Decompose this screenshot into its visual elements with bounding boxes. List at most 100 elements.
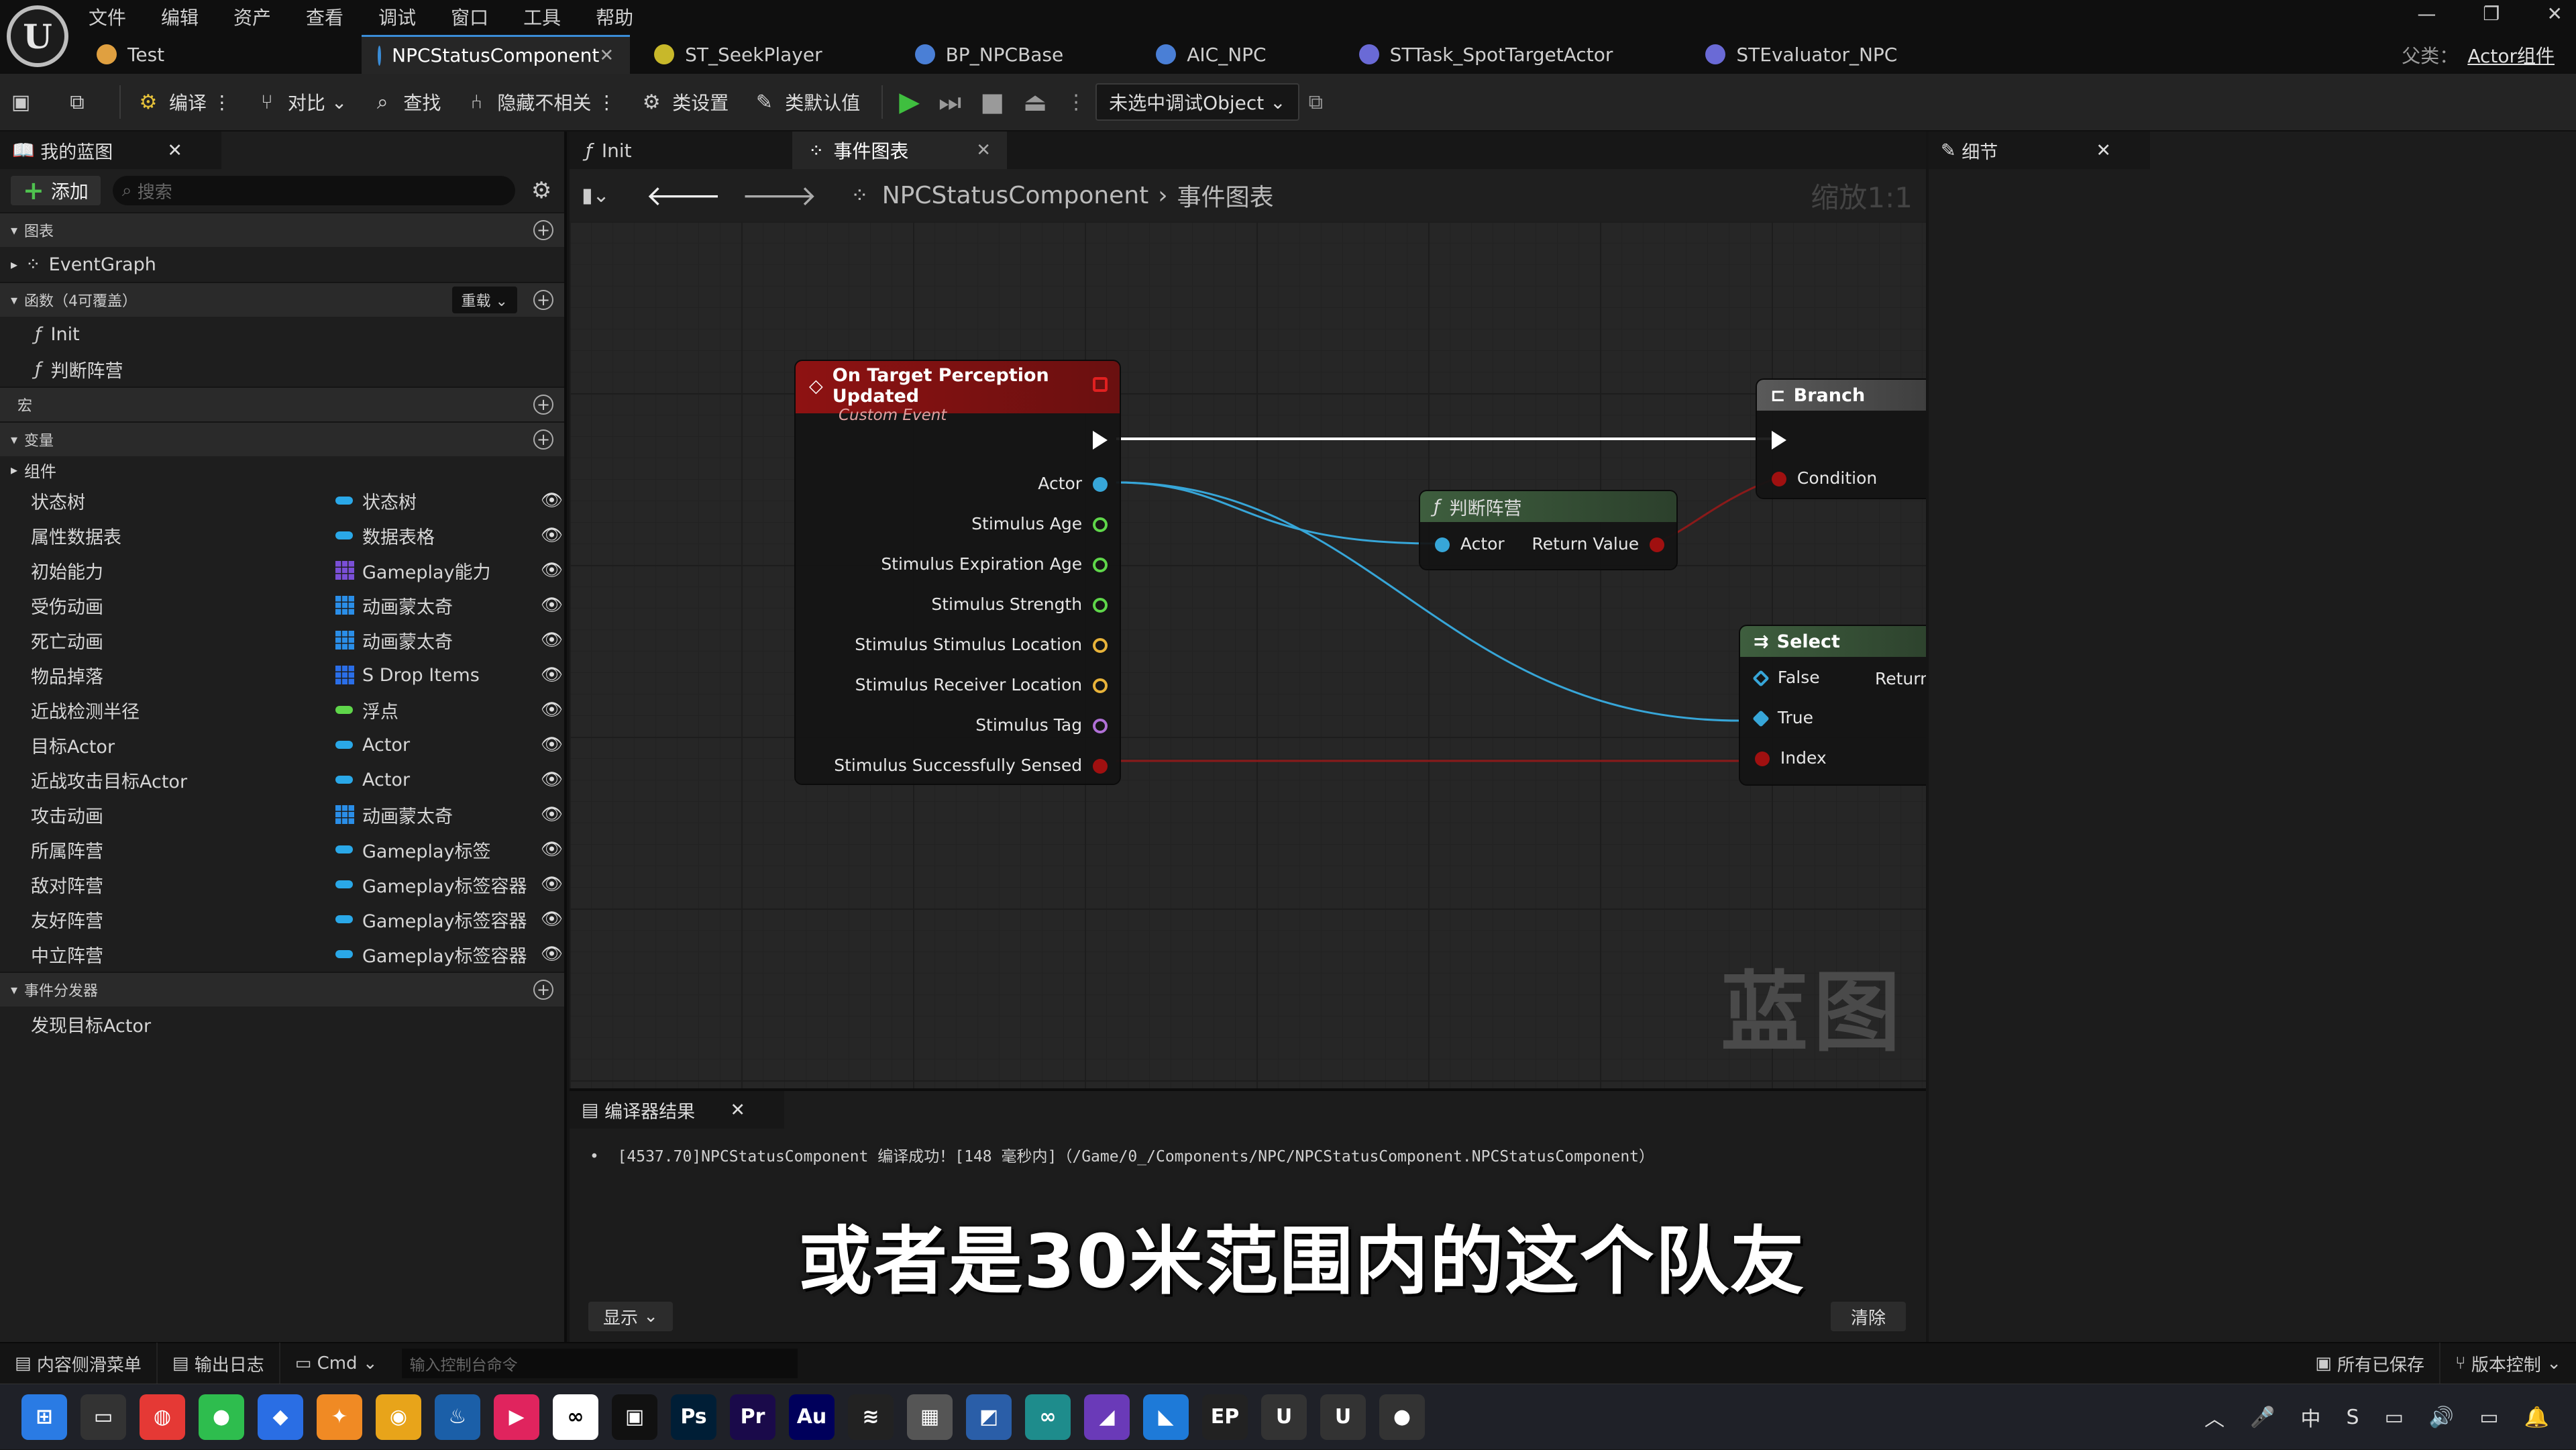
select-input-pin[interactable]: False: [1752, 668, 1820, 687]
section-event-dispatchers[interactable]: ▾ 事件分发器 +: [0, 972, 564, 1006]
bookmark-icon[interactable]: ▮⌄: [582, 184, 610, 207]
restore-icon[interactable]: ❐: [2483, 3, 2500, 25]
add-graph-icon[interactable]: +: [533, 220, 553, 240]
variable-type[interactable]: Gameplay标签容器: [335, 872, 527, 898]
visibility-eye-icon[interactable]: 👁: [541, 944, 563, 964]
document-tab[interactable]: NPCStatusComponent ✕: [362, 35, 631, 74]
taskbar-app-icon[interactable]: ≋: [848, 1394, 894, 1440]
taskbar-app-icon[interactable]: ●: [199, 1394, 244, 1440]
taskbar-app-icon[interactable]: ◉: [376, 1394, 421, 1440]
taskbar-app-icon[interactable]: ✦: [317, 1394, 362, 1440]
visibility-eye-icon[interactable]: 👁: [541, 525, 563, 546]
event-output-pin[interactable]: Stimulus Tag: [975, 715, 1108, 735]
variable-type[interactable]: Gameplay标签: [335, 837, 491, 863]
tray-icon[interactable]: S: [2347, 1406, 2359, 1429]
document-tab[interactable]: BP_NPCBase: [899, 35, 1080, 74]
tray-icon[interactable]: 🔔: [2524, 1406, 2549, 1429]
version-control-button[interactable]: ⑂ 版本控制 ⌄: [2440, 1343, 2576, 1384]
variable-item[interactable]: 友好阵营 Gameplay标签容器 👁: [0, 902, 564, 937]
tray-icon[interactable]: ▭: [2385, 1406, 2404, 1429]
close-icon[interactable]: ✕: [2096, 140, 2111, 161]
close-icon[interactable]: ✕: [2547, 3, 2563, 25]
add-dispatcher-icon[interactable]: +: [533, 980, 553, 1000]
visibility-eye-icon[interactable]: 👁: [541, 735, 563, 755]
variable-type[interactable]: Actor: [335, 770, 410, 790]
visibility-eye-icon[interactable]: 👁: [541, 909, 563, 929]
variable-type[interactable]: 动画蒙太奇: [335, 802, 453, 828]
taskbar-app-icon[interactable]: ◢: [1084, 1394, 1130, 1440]
menu-item[interactable]: 帮助: [596, 3, 633, 30]
variable-item[interactable]: 死亡动画 动画蒙太奇 👁: [0, 623, 564, 658]
event-output-pin[interactable]: Stimulus Successfully Sensed: [834, 756, 1108, 775]
section-macros[interactable]: 宏 +: [0, 386, 564, 421]
add-function-icon[interactable]: +: [533, 290, 553, 310]
unreal-logo-icon[interactable]: U: [7, 5, 68, 67]
function-item[interactable]: ƒ Init: [0, 317, 564, 352]
minimize-icon[interactable]: —: [2417, 3, 2436, 25]
variable-item[interactable]: 目标Actor Actor 👁: [0, 727, 564, 762]
debug-object-select[interactable]: 未选中调试Object ⌄: [1095, 83, 1299, 121]
all-saved-indicator[interactable]: ▣ 所有已保存: [2300, 1343, 2441, 1384]
content-drawer-button[interactable]: ▤ 内容侧滑菜单: [0, 1343, 158, 1384]
variable-item[interactable]: 状态树 状态树 👁: [0, 483, 564, 518]
visibility-eye-icon[interactable]: 👁: [541, 874, 563, 894]
tab-my-blueprint[interactable]: 📖 我的蓝图 ✕: [0, 132, 221, 169]
visibility-eye-icon[interactable]: 👁: [541, 839, 563, 860]
cmd-dropdown[interactable]: ▭ Cmd ⌄: [280, 1343, 392, 1384]
tray-icon[interactable]: 🎤: [2250, 1406, 2275, 1429]
variable-item[interactable]: 属性数据表 数据表格 👁: [0, 518, 564, 553]
variable-item[interactable]: 所属阵营 Gameplay标签 👁: [0, 832, 564, 867]
visibility-eye-icon[interactable]: 👁: [541, 665, 563, 685]
taskbar-app-icon[interactable]: ◣: [1143, 1394, 1189, 1440]
taskbar-app-icon[interactable]: ▦: [907, 1394, 953, 1440]
variable-type[interactable]: Gameplay标签容器: [335, 907, 527, 933]
class-defaults-button[interactable]: ✎ 类默认值: [743, 73, 868, 131]
taskbar-app-icon[interactable]: U: [1261, 1394, 1307, 1440]
variable-type[interactable]: 浮点: [335, 697, 398, 723]
variable-item[interactable]: 物品掉落 S Drop Items 👁: [0, 658, 564, 692]
dispatcher-item[interactable]: 发现目标Actor: [0, 1006, 564, 1041]
menu-item[interactable]: 文件: [89, 3, 126, 30]
variable-type[interactable]: 状态树: [335, 488, 417, 514]
components-category[interactable]: ▸ 组件: [0, 456, 564, 483]
stop-button[interactable]: ■: [980, 87, 1004, 117]
taskbar-app-icon[interactable]: ▶: [494, 1394, 539, 1440]
menu-item[interactable]: 编辑: [161, 3, 199, 30]
settings-gear-icon[interactable]: ⚙: [531, 177, 551, 204]
menu-item[interactable]: 资产: [233, 3, 271, 30]
variable-item[interactable]: 初始能力 Gameplay能力 👁: [0, 553, 564, 588]
exec-in-pin[interactable]: [1772, 429, 1786, 450]
tab-event-graph[interactable]: ⁘ 事件图表 ✕: [792, 132, 1007, 169]
exec-out-pin[interactable]: [1093, 429, 1108, 450]
variable-item[interactable]: 中立阵营 Gameplay标签容器 👁: [0, 937, 564, 972]
add-button[interactable]: + 添加: [11, 176, 101, 205]
tray-icon[interactable]: ▭: [2479, 1406, 2498, 1429]
taskbar-app-icon[interactable]: ▭: [80, 1394, 126, 1440]
add-macro-icon[interactable]: +: [533, 395, 553, 415]
breadcrumb-root[interactable]: NPCStatusComponent: [882, 182, 1149, 209]
taskbar-app-icon[interactable]: ⊞: [21, 1394, 67, 1440]
visibility-eye-icon[interactable]: 👁: [541, 560, 563, 580]
parent-class-link[interactable]: Actor组件: [2467, 45, 2555, 67]
event-output-pin[interactable]: Actor: [1038, 474, 1108, 493]
tab-details[interactable]: ✎ 细节 ✕: [1929, 132, 2150, 169]
output-log-button[interactable]: ▤ 输出日志: [158, 1343, 280, 1384]
condition-pin[interactable]: Condition: [1772, 468, 1877, 488]
menu-item[interactable]: 窗口: [451, 3, 488, 30]
class-settings-button[interactable]: ⚙ 类设置: [631, 73, 737, 131]
eject-button[interactable]: ⏏: [1023, 87, 1047, 117]
add-variable-icon[interactable]: +: [533, 429, 553, 450]
visibility-eye-icon[interactable]: 👁: [541, 805, 563, 825]
node-branch[interactable]: ⊏Branch Condition F: [1757, 380, 1926, 498]
taskbar-app-icon[interactable]: ◩: [966, 1394, 1012, 1440]
variable-type[interactable]: S Drop Items: [335, 665, 480, 686]
graph-item-eventgraph[interactable]: ▸ ⁘ EventGraph: [0, 247, 564, 282]
event-output-pin[interactable]: Stimulus Age: [971, 514, 1108, 533]
debug-filter-icon[interactable]: ⧉: [1309, 91, 1323, 114]
variable-item[interactable]: 受伤动画 动画蒙太奇 👁: [0, 588, 564, 623]
menu-item[interactable]: 查看: [306, 3, 343, 30]
event-graph-canvas[interactable]: ◇ On Target Perception Updated Custom Eve…: [570, 221, 1926, 1088]
close-icon[interactable]: ✕: [730, 1100, 745, 1121]
console-command-input[interactable]: 输入控制台命令: [401, 1349, 798, 1378]
taskbar-app-icon[interactable]: Pr: [730, 1394, 775, 1440]
